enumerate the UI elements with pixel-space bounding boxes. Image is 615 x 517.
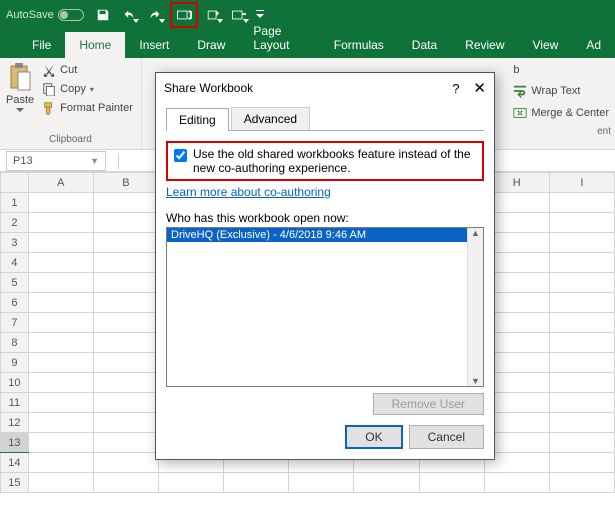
row-header[interactable]: 6: [1, 293, 29, 313]
wrap-text-label: Wrap Text: [531, 85, 580, 97]
row-header[interactable]: 10: [1, 373, 29, 393]
track-changes-icon[interactable]: [228, 4, 250, 26]
row-header[interactable]: 11: [1, 393, 29, 413]
tab-page-layout[interactable]: Page Layout: [239, 18, 319, 58]
copy-label: Copy: [60, 83, 86, 95]
quick-access-toolbar: [92, 2, 266, 28]
row-header[interactable]: 1: [1, 193, 29, 213]
row-header[interactable]: 3: [1, 233, 29, 253]
row-header[interactable]: 14: [1, 453, 29, 473]
tab-insert[interactable]: Insert: [125, 32, 183, 58]
dialog-title: Share Workbook: [164, 81, 253, 95]
merge-icon: [513, 106, 527, 120]
redo-button[interactable]: [144, 4, 166, 26]
tab-view[interactable]: View: [519, 32, 573, 58]
paste-icon: [7, 62, 33, 92]
close-icon[interactable]: ✕: [473, 79, 486, 97]
row-header[interactable]: 13: [1, 433, 29, 453]
name-box[interactable]: P13 ▼: [6, 151, 106, 171]
row-header[interactable]: 5: [1, 273, 29, 293]
autosave-toggle[interactable]: AutoSave: [6, 9, 84, 21]
use-old-shared-checkbox[interactable]: [174, 149, 187, 162]
toggle-icon: [58, 9, 84, 21]
scroll-down-icon[interactable]: ▼: [471, 376, 480, 386]
save-icon[interactable]: [92, 4, 114, 26]
col-header[interactable]: B: [93, 173, 158, 193]
wrap-text-icon: [513, 84, 527, 98]
tab-home[interactable]: Home: [65, 32, 125, 58]
scrollbar[interactable]: ▲▼: [467, 228, 483, 386]
use-old-shared-label: Use the old shared workbooks feature ins…: [193, 147, 476, 175]
copy-icon: [42, 82, 56, 96]
tab-formulas[interactable]: Formulas: [320, 32, 398, 58]
format-painter-button[interactable]: Format Painter: [40, 100, 135, 116]
row-header[interactable]: 12: [1, 413, 29, 433]
dialog-titlebar[interactable]: Share Workbook ? ✕: [156, 73, 494, 103]
remove-user-button: Remove User: [373, 393, 484, 415]
protect-share-icon[interactable]: [202, 4, 224, 26]
paste-label: Paste: [6, 94, 34, 106]
chevron-down-icon: [16, 108, 24, 113]
alignment-frag-label: ent: [511, 126, 611, 139]
brush-icon: [42, 101, 56, 115]
tab-editing[interactable]: Editing: [166, 108, 229, 131]
tab-data[interactable]: Data: [398, 32, 451, 58]
who-has-open-label: Who has this workbook open now:: [166, 211, 484, 225]
users-listbox[interactable]: DriveHQ (Exclusive) - 4/6/2018 9:46 AM ▲…: [166, 227, 484, 387]
chevron-down-icon: ▼: [90, 156, 99, 166]
formula-bar[interactable]: [112, 153, 119, 169]
customize-qat-icon[interactable]: [254, 4, 266, 26]
row-header[interactable]: 8: [1, 333, 29, 353]
ribbon-tabs: File Home Insert Draw Page Layout Formul…: [0, 30, 615, 58]
row-header[interactable]: 2: [1, 213, 29, 233]
paste-button[interactable]: Paste: [6, 62, 34, 116]
dialog-tabs: Editing Advanced: [166, 107, 484, 131]
tab-addins[interactable]: Ad: [572, 32, 615, 58]
scroll-up-icon[interactable]: ▲: [471, 228, 480, 238]
cut-label: Cut: [60, 64, 77, 76]
col-header[interactable]: A: [28, 173, 93, 193]
ok-button[interactable]: OK: [345, 425, 402, 449]
cancel-button[interactable]: Cancel: [409, 425, 484, 449]
help-icon[interactable]: ?: [452, 81, 459, 96]
row-header[interactable]: 7: [1, 313, 29, 333]
legacy-sharing-highlight: Use the old shared workbooks feature ins…: [166, 141, 484, 181]
alignment-fragment: b Wrap Text Merge & Center ent: [511, 62, 615, 139]
undo-button[interactable]: [118, 4, 140, 26]
tab-review[interactable]: Review: [451, 32, 518, 58]
scissors-icon: [42, 63, 56, 77]
tab-file[interactable]: File: [18, 32, 65, 58]
row-header[interactable]: 15: [1, 473, 29, 493]
clipboard-group-label: Clipboard: [6, 134, 135, 147]
tab-advanced[interactable]: Advanced: [231, 107, 310, 130]
row-header[interactable]: 9: [1, 353, 29, 373]
format-painter-label: Format Painter: [60, 102, 133, 114]
wrap-text-button[interactable]: Wrap Text: [511, 82, 611, 100]
list-item[interactable]: DriveHQ (Exclusive) - 4/6/2018 9:46 AM: [167, 228, 483, 242]
merge-center-button[interactable]: Merge & Center: [511, 104, 611, 122]
learn-more-link[interactable]: Learn more about co-authoring: [166, 185, 331, 199]
share-workbook-icon[interactable]: [173, 4, 195, 26]
cut-button[interactable]: Cut: [40, 62, 135, 78]
share-workbook-qat-highlight: [170, 2, 198, 28]
copy-button[interactable]: Copy▾: [40, 81, 135, 97]
row-header[interactable]: 4: [1, 253, 29, 273]
share-workbook-dialog: Share Workbook ? ✕ Editing Advanced Use …: [155, 72, 495, 460]
merge-center-label: Merge & Center: [531, 107, 609, 119]
name-box-value: P13: [13, 155, 33, 167]
col-header[interactable]: I: [549, 173, 614, 193]
clipboard-group: Paste Cut Copy▾ Format Painter Clipboard: [0, 58, 142, 149]
autosave-label: AutoSave: [6, 9, 54, 21]
frag-b: b: [511, 62, 611, 78]
select-all-corner[interactable]: [1, 173, 29, 193]
tab-draw[interactable]: Draw: [183, 32, 239, 58]
